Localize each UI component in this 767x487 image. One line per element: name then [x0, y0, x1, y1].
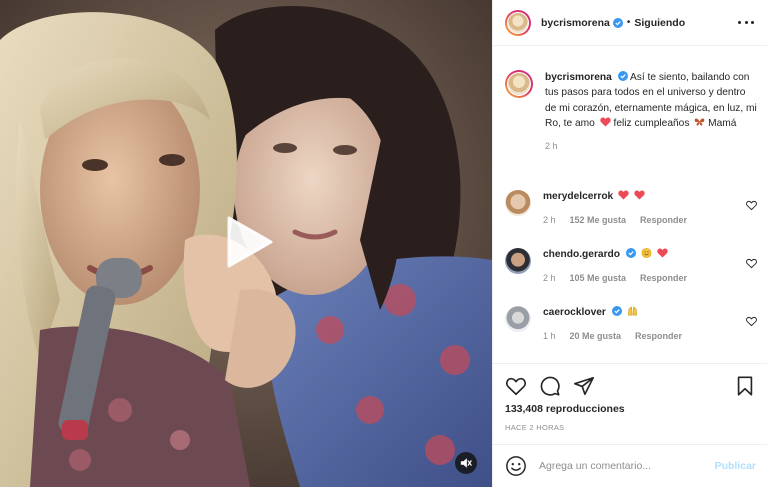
comment-meta: 1 h 20 Me gusta Responder [543, 331, 757, 341]
commenter-username[interactable]: merydelcerrok [543, 191, 613, 202]
caption-time[interactable]: 2 h [545, 139, 757, 154]
commenter-avatar[interactable] [505, 248, 531, 274]
add-comment-bar: Publicar [493, 444, 767, 487]
smiling-face-emoji-icon [641, 248, 652, 258]
caption-body: bycrismorena Así te siento, bailando con… [545, 70, 757, 154]
separator-dot: • [626, 17, 631, 28]
heart-icon[interactable] [505, 375, 527, 397]
following-button[interactable]: Siguiendo [634, 17, 685, 29]
post-header: bycrismorena • Siguiendo [493, 0, 767, 46]
action-bar [493, 363, 767, 396]
smile-icon[interactable] [505, 455, 527, 477]
verified-badge-icon [617, 71, 628, 81]
speaker-muted-icon [460, 458, 472, 468]
commenter-username[interactable]: chendo.gerardo [543, 249, 620, 260]
raising-hands-emoji-icon [627, 306, 637, 316]
comment-item: caerocklover 1 h 20 Me gusta Responder [505, 306, 757, 341]
author-username[interactable]: bycrismorena [541, 17, 610, 29]
red-heart-emoji-icon [634, 190, 645, 200]
views-count[interactable]: 133,408 reproducciones [505, 403, 625, 415]
comment-item: merydelcerrok 2 h 152 Me gusta Responder [505, 190, 757, 225]
post-caption: bycrismorena Así te siento, bailando con… [505, 70, 757, 154]
verified-badge-icon [611, 306, 622, 316]
post-side-panel: bycrismorena • Siguiendo bycrismorena As… [492, 0, 767, 487]
verified-badge-icon [625, 248, 636, 258]
reply-button[interactable]: Responder [640, 273, 687, 283]
caption-username[interactable]: bycrismorena [545, 72, 612, 83]
butterfly-emoji-icon [694, 118, 705, 126]
play-button[interactable] [219, 214, 275, 270]
reply-button[interactable]: Responder [635, 331, 682, 341]
comment-time[interactable]: 1 h [543, 331, 556, 341]
commenter-avatar[interactable] [505, 306, 531, 332]
like-comment-heart-icon[interactable] [746, 200, 757, 211]
play-icon [227, 216, 273, 268]
author-avatar[interactable] [505, 9, 531, 36]
comment-likes[interactable]: 20 Me gusta [570, 331, 622, 341]
more-options-icon[interactable] [738, 16, 754, 28]
like-comment-heart-icon[interactable] [746, 316, 757, 327]
commenter-avatar[interactable] [505, 190, 531, 216]
caption-text-3: Mamá [708, 117, 737, 129]
reply-button[interactable]: Responder [640, 215, 687, 225]
publish-button[interactable]: Publicar [715, 460, 756, 472]
comment-item: chendo.gerardo 2 h 105 Me gusta Responde… [505, 248, 757, 283]
red-heart-emoji-icon [656, 248, 668, 258]
caption-author-avatar[interactable] [505, 70, 533, 98]
like-comment-heart-icon[interactable] [746, 258, 757, 269]
comment-likes[interactable]: 152 Me gusta [570, 215, 627, 225]
bookmark-icon[interactable] [734, 375, 756, 397]
comment-meta: 2 h 105 Me gusta Responder [543, 273, 757, 283]
share-icon[interactable] [573, 375, 595, 397]
red-heart-emoji-icon [618, 190, 629, 200]
red-heart-emoji-icon [600, 117, 611, 127]
commenter-username[interactable]: caerocklover [543, 307, 606, 318]
instagram-post-view: bycrismorena • Siguiendo bycrismorena As… [0, 0, 767, 487]
video-player[interactable] [0, 0, 492, 487]
comment-time[interactable]: 2 h [543, 215, 556, 225]
comment-icon[interactable] [539, 375, 561, 397]
comment-likes[interactable]: 105 Me gusta [570, 273, 627, 283]
comment-time[interactable]: 2 h [543, 273, 556, 283]
mute-button[interactable] [455, 452, 477, 474]
verified-badge-icon [612, 17, 623, 28]
comment-input[interactable] [539, 460, 715, 472]
post-timestamp[interactable]: HACE 2 HORAS [505, 423, 564, 432]
caption-text-2: feliz cumpleaños [613, 117, 690, 129]
comment-meta: 2 h 152 Me gusta Responder [543, 215, 757, 225]
